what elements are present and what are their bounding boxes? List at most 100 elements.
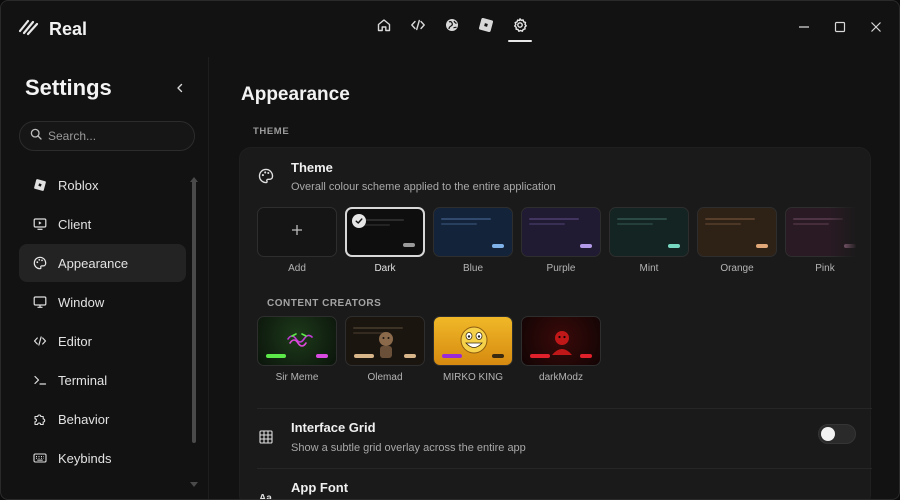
sidebar-item-window[interactable]: Window	[19, 283, 186, 321]
content-creator-themes: Sir Meme Olemad MIRKO KING darkModz	[257, 316, 657, 386]
sidebar-item-terminal[interactable]: Terminal	[19, 361, 186, 399]
creator-label: darkModz	[539, 372, 583, 383]
sidebar-item-client[interactable]: Client	[19, 205, 186, 243]
sidebar-item-appearance[interactable]: Appearance	[19, 244, 186, 282]
settings-card: Theme Overall colour scheme applied to t…	[239, 147, 872, 500]
code-icon	[410, 17, 426, 38]
close-button[interactable]	[861, 15, 891, 43]
palette-icon	[33, 256, 47, 270]
brand: Real	[17, 15, 87, 43]
theme-swatch[interactable]	[433, 207, 513, 257]
maximize-button[interactable]	[825, 15, 855, 43]
page-title: Appearance	[241, 84, 350, 105]
interface-grid-title: Interface Grid	[291, 420, 376, 435]
code-nav-button[interactable]	[405, 13, 431, 41]
sidebar: Settings Roblox Client Appearance W	[1, 57, 209, 499]
theme-label: Add	[288, 263, 306, 274]
theme-option-purple[interactable]: Purple	[521, 207, 601, 274]
theme-label: Purple	[546, 263, 576, 274]
theme-swatch[interactable]	[521, 207, 601, 257]
sidebar-item-label: Terminal	[58, 372, 108, 388]
creator-swatch[interactable]	[521, 316, 601, 366]
font-icon: Aa	[258, 488, 274, 500]
sidebar-item-label: Roblox	[58, 177, 99, 193]
minimize-icon	[798, 20, 810, 38]
puzzle-icon	[33, 412, 47, 426]
theme-option-dark[interactable]: Dark	[345, 207, 425, 274]
keyboard-icon	[33, 451, 47, 465]
sidebar-item-label: Client	[58, 216, 92, 232]
sidebar-item-roblox[interactable]: Roblox	[19, 166, 186, 204]
collapse-sidebar-button[interactable]	[171, 80, 189, 98]
theme-title: Theme	[291, 160, 333, 175]
theme-label: Pink	[815, 263, 835, 274]
close-icon	[870, 20, 882, 38]
plus-icon	[291, 223, 303, 241]
check-icon	[352, 214, 366, 228]
scroll-fade	[829, 207, 857, 259]
window-icon	[33, 295, 47, 309]
theme-label: Orange	[720, 263, 754, 274]
creator-swatch[interactable]	[433, 316, 513, 366]
interface-grid-toggle[interactable]	[818, 424, 856, 444]
theme-option-add[interactable]: Add	[257, 207, 337, 274]
sidebar-item-label: Window	[58, 294, 105, 310]
palette-icon	[258, 168, 274, 184]
creator-theme-sir-meme[interactable]: Sir Meme	[257, 316, 337, 383]
svg-text:Aa: Aa	[259, 493, 272, 500]
monitor-play-icon	[33, 217, 47, 231]
row-divider	[257, 468, 872, 469]
theme-swatch[interactable]	[345, 207, 425, 257]
scroll-up-arrow[interactable]	[190, 169, 198, 182]
sidebar-title: Settings	[25, 75, 112, 100]
sidebar-item-label: Editor	[58, 333, 92, 349]
globe-icon	[444, 17, 460, 38]
theme-option-blue[interactable]: Blue	[433, 207, 513, 274]
theme-label: Dark	[374, 263, 396, 274]
row-divider	[257, 408, 872, 409]
window-controls	[789, 15, 891, 43]
search-input[interactable]	[48, 129, 188, 143]
theme-label: Blue	[462, 263, 483, 274]
sidebar-item-label: Behavior	[58, 411, 110, 427]
logo-icon	[17, 16, 41, 43]
creator-swatch[interactable]	[257, 316, 337, 366]
theme-label: Mint	[639, 263, 659, 274]
title-bar: Real	[1, 1, 899, 57]
theme-description: Overall colour scheme applied to the ent…	[291, 181, 556, 193]
theme-options: Add Dark Blue Purple Mint Orange Pink	[257, 207, 857, 277]
minimize-button[interactable]	[789, 15, 819, 43]
settings-nav-button[interactable]	[507, 13, 533, 42]
creator-label: Olemad	[367, 372, 403, 383]
theme-swatch[interactable]	[609, 207, 689, 257]
grid-icon	[258, 429, 274, 445]
theme-swatch[interactable]	[697, 207, 777, 257]
roblox-icon	[478, 17, 494, 38]
creator-theme-darkmodz[interactable]: darkModz	[521, 316, 601, 383]
roblox-nav-button[interactable]	[473, 13, 499, 41]
creator-theme-mirko-king[interactable]: MIRKO KING	[433, 316, 513, 383]
sidebar-item-keybinds[interactable]: Keybinds	[19, 439, 186, 477]
code-icon	[33, 334, 47, 348]
add-theme-button[interactable]	[257, 207, 337, 257]
sidebar-item-label: Appearance	[58, 255, 129, 271]
scroll-down-arrow[interactable]	[190, 475, 198, 487]
chevron-left-icon	[175, 80, 185, 98]
creator-label: Sir Meme	[275, 372, 319, 383]
terminal-icon	[33, 373, 47, 387]
creator-theme-olemad[interactable]: Olemad	[345, 316, 425, 383]
sidebar-nav: Roblox Client Appearance Window Editor T…	[19, 166, 186, 478]
content-creators-label: CONTENT CREATORS	[267, 298, 382, 309]
globe-nav-button[interactable]	[439, 13, 465, 41]
home-nav-button[interactable]	[371, 13, 397, 41]
theme-option-mint[interactable]: Mint	[609, 207, 689, 274]
theme-option-orange[interactable]: Orange	[697, 207, 777, 274]
top-nav	[371, 13, 533, 42]
creator-swatch[interactable]	[345, 316, 425, 366]
app-font-title: App Font	[291, 480, 349, 495]
sidebar-item-editor[interactable]: Editor	[19, 322, 186, 360]
sidebar-item-label: Keybinds	[58, 450, 112, 466]
toggle-knob	[821, 427, 835, 441]
sidebar-scrollbar[interactable]	[192, 179, 196, 443]
sidebar-item-behavior[interactable]: Behavior	[19, 400, 186, 438]
